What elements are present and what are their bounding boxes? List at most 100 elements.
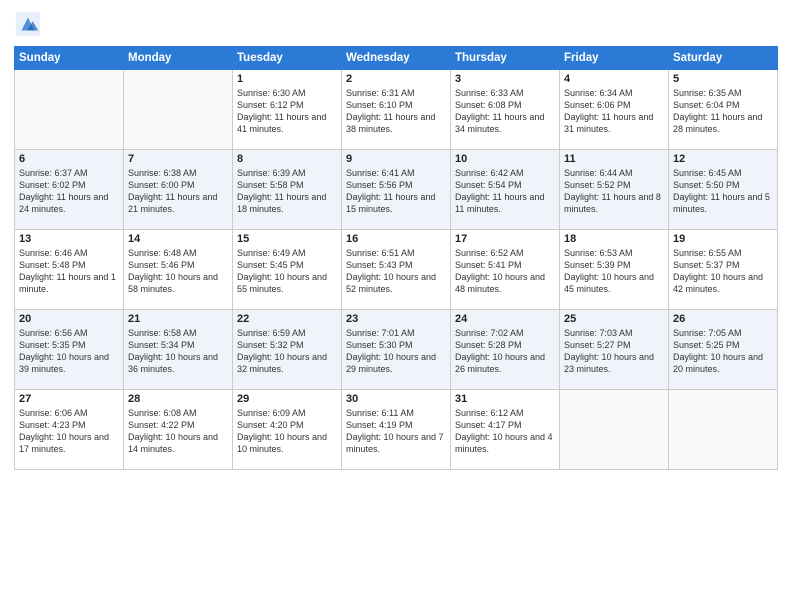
calendar-cell: 1 Sunrise: 6:30 AM Sunset: 6:12 PM Daylig… <box>233 70 342 150</box>
cell-info: Sunrise: 6:08 AM Sunset: 4:22 PM Dayligh… <box>128 407 228 456</box>
calendar-page: SundayMondayTuesdayWednesdayThursdayFrid… <box>0 0 792 612</box>
calendar-cell: 22 Sunrise: 6:59 AM Sunset: 5:32 PM Dayli… <box>233 310 342 390</box>
day-number: 26 <box>673 313 773 325</box>
calendar-cell: 31Sunrise: 6:12 AM Sunset: 4:17 PM Dayli… <box>451 390 560 470</box>
calendar-week-row: 1 Sunrise: 6:30 AM Sunset: 6:12 PM Daylig… <box>15 70 778 150</box>
cell-info: Sunrise: 7:05 AM Sunset: 5:25 PM Dayligh… <box>673 327 773 376</box>
day-number: 18 <box>564 233 664 245</box>
day-number: 4 <box>564 73 664 85</box>
day-number: 5 <box>673 73 773 85</box>
calendar-cell: 21 Sunrise: 6:58 AM Sunset: 5:34 PM Dayli… <box>124 310 233 390</box>
calendar-cell: 20Sunrise: 6:56 AM Sunset: 5:35 PM Dayli… <box>15 310 124 390</box>
day-number: 27 <box>19 393 119 405</box>
cell-info: Sunrise: 6:44 AM Sunset: 5:52 PM Dayligh… <box>564 167 664 216</box>
day-number: 10 <box>455 153 555 165</box>
cell-info: Sunrise: 6:45 AM Sunset: 5:50 PM Dayligh… <box>673 167 773 216</box>
cell-info: Sunrise: 7:02 AM Sunset: 5:28 PM Dayligh… <box>455 327 555 376</box>
weekday-header: Saturday <box>669 47 778 70</box>
calendar-cell: 3 Sunrise: 6:33 AM Sunset: 6:08 PM Daylig… <box>451 70 560 150</box>
day-number: 6 <box>19 153 119 165</box>
calendar-cell: 11 Sunrise: 6:44 AM Sunset: 5:52 PM Dayli… <box>560 150 669 230</box>
day-number: 11 <box>564 153 664 165</box>
calendar-cell <box>124 70 233 150</box>
calendar-cell: 24 Sunrise: 7:02 AM Sunset: 5:28 PM Dayli… <box>451 310 560 390</box>
calendar-cell: 28 Sunrise: 6:08 AM Sunset: 4:22 PM Dayli… <box>124 390 233 470</box>
day-number: 21 <box>128 313 228 325</box>
cell-info: Sunrise: 6:59 AM Sunset: 5:32 PM Dayligh… <box>237 327 337 376</box>
weekday-header: Monday <box>124 47 233 70</box>
day-number: 30 <box>346 393 446 405</box>
cell-info: Sunrise: 6:56 AM Sunset: 5:35 PM Dayligh… <box>19 327 119 376</box>
day-number: 19 <box>673 233 773 245</box>
header <box>14 10 778 38</box>
day-number: 15 <box>237 233 337 245</box>
calendar-cell: 8 Sunrise: 6:39 AM Sunset: 5:58 PM Daylig… <box>233 150 342 230</box>
weekday-header: Sunday <box>15 47 124 70</box>
day-number: 2 <box>346 73 446 85</box>
weekday-header-row: SundayMondayTuesdayWednesdayThursdayFrid… <box>15 47 778 70</box>
calendar-cell: 16 Sunrise: 6:51 AM Sunset: 5:43 PM Dayli… <box>342 230 451 310</box>
calendar-week-row: 27 Sunrise: 6:06 AM Sunset: 4:23 PM Dayli… <box>15 390 778 470</box>
cell-info: Sunrise: 6:30 AM Sunset: 6:12 PM Dayligh… <box>237 87 337 136</box>
calendar-cell: 29 Sunrise: 6:09 AM Sunset: 4:20 PM Dayli… <box>233 390 342 470</box>
cell-info: Sunrise: 6:38 AM Sunset: 6:00 PM Dayligh… <box>128 167 228 216</box>
calendar-cell: 19Sunrise: 6:55 AM Sunset: 5:37 PM Dayli… <box>669 230 778 310</box>
day-number: 29 <box>237 393 337 405</box>
day-number: 14 <box>128 233 228 245</box>
cell-info: Sunrise: 6:06 AM Sunset: 4:23 PM Dayligh… <box>19 407 119 456</box>
calendar-week-row: 20Sunrise: 6:56 AM Sunset: 5:35 PM Dayli… <box>15 310 778 390</box>
logo <box>14 10 46 38</box>
cell-info: Sunrise: 6:33 AM Sunset: 6:08 PM Dayligh… <box>455 87 555 136</box>
calendar-cell <box>15 70 124 150</box>
calendar-cell: 26 Sunrise: 7:05 AM Sunset: 5:25 PM Dayli… <box>669 310 778 390</box>
day-number: 28 <box>128 393 228 405</box>
day-number: 31 <box>455 393 555 405</box>
cell-info: Sunrise: 6:41 AM Sunset: 5:56 PM Dayligh… <box>346 167 446 216</box>
calendar-cell: 13 Sunrise: 6:46 AM Sunset: 5:48 PM Dayli… <box>15 230 124 310</box>
cell-info: Sunrise: 6:53 AM Sunset: 5:39 PM Dayligh… <box>564 247 664 296</box>
cell-info: Sunrise: 6:46 AM Sunset: 5:48 PM Dayligh… <box>19 247 119 296</box>
day-number: 1 <box>237 73 337 85</box>
weekday-header: Wednesday <box>342 47 451 70</box>
cell-info: Sunrise: 6:37 AM Sunset: 6:02 PM Dayligh… <box>19 167 119 216</box>
calendar-cell: 25 Sunrise: 7:03 AM Sunset: 5:27 PM Dayli… <box>560 310 669 390</box>
day-number: 13 <box>19 233 119 245</box>
calendar-table: SundayMondayTuesdayWednesdayThursdayFrid… <box>14 46 778 470</box>
calendar-cell: 30 Sunrise: 6:11 AM Sunset: 4:19 PM Dayli… <box>342 390 451 470</box>
weekday-header: Friday <box>560 47 669 70</box>
day-number: 7 <box>128 153 228 165</box>
calendar-cell: 14 Sunrise: 6:48 AM Sunset: 5:46 PM Dayli… <box>124 230 233 310</box>
cell-info: Sunrise: 6:39 AM Sunset: 5:58 PM Dayligh… <box>237 167 337 216</box>
cell-info: Sunrise: 6:51 AM Sunset: 5:43 PM Dayligh… <box>346 247 446 296</box>
weekday-header: Thursday <box>451 47 560 70</box>
calendar-cell: 7 Sunrise: 6:38 AM Sunset: 6:00 PM Daylig… <box>124 150 233 230</box>
calendar-cell: 10 Sunrise: 6:42 AM Sunset: 5:54 PM Dayli… <box>451 150 560 230</box>
cell-info: Sunrise: 6:48 AM Sunset: 5:46 PM Dayligh… <box>128 247 228 296</box>
logo-icon <box>14 10 42 38</box>
calendar-cell: 6 Sunrise: 6:37 AM Sunset: 6:02 PM Daylig… <box>15 150 124 230</box>
cell-info: Sunrise: 7:03 AM Sunset: 5:27 PM Dayligh… <box>564 327 664 376</box>
cell-info: Sunrise: 6:42 AM Sunset: 5:54 PM Dayligh… <box>455 167 555 216</box>
calendar-week-row: 13 Sunrise: 6:46 AM Sunset: 5:48 PM Dayli… <box>15 230 778 310</box>
calendar-cell: 27 Sunrise: 6:06 AM Sunset: 4:23 PM Dayli… <box>15 390 124 470</box>
calendar-cell <box>669 390 778 470</box>
day-number: 3 <box>455 73 555 85</box>
day-number: 25 <box>564 313 664 325</box>
calendar-cell: 9 Sunrise: 6:41 AM Sunset: 5:56 PM Daylig… <box>342 150 451 230</box>
day-number: 22 <box>237 313 337 325</box>
cell-info: Sunrise: 7:01 AM Sunset: 5:30 PM Dayligh… <box>346 327 446 376</box>
calendar-cell: 5Sunrise: 6:35 AM Sunset: 6:04 PM Daylig… <box>669 70 778 150</box>
calendar-cell: 15Sunrise: 6:49 AM Sunset: 5:45 PM Dayli… <box>233 230 342 310</box>
cell-info: Sunrise: 6:09 AM Sunset: 4:20 PM Dayligh… <box>237 407 337 456</box>
cell-info: Sunrise: 6:11 AM Sunset: 4:19 PM Dayligh… <box>346 407 446 456</box>
calendar-cell: 17Sunrise: 6:52 AM Sunset: 5:41 PM Dayli… <box>451 230 560 310</box>
day-number: 12 <box>673 153 773 165</box>
day-number: 16 <box>346 233 446 245</box>
cell-info: Sunrise: 6:58 AM Sunset: 5:34 PM Dayligh… <box>128 327 228 376</box>
day-number: 9 <box>346 153 446 165</box>
day-number: 23 <box>346 313 446 325</box>
day-number: 8 <box>237 153 337 165</box>
calendar-cell: 18 Sunrise: 6:53 AM Sunset: 5:39 PM Dayli… <box>560 230 669 310</box>
day-number: 24 <box>455 313 555 325</box>
day-number: 17 <box>455 233 555 245</box>
